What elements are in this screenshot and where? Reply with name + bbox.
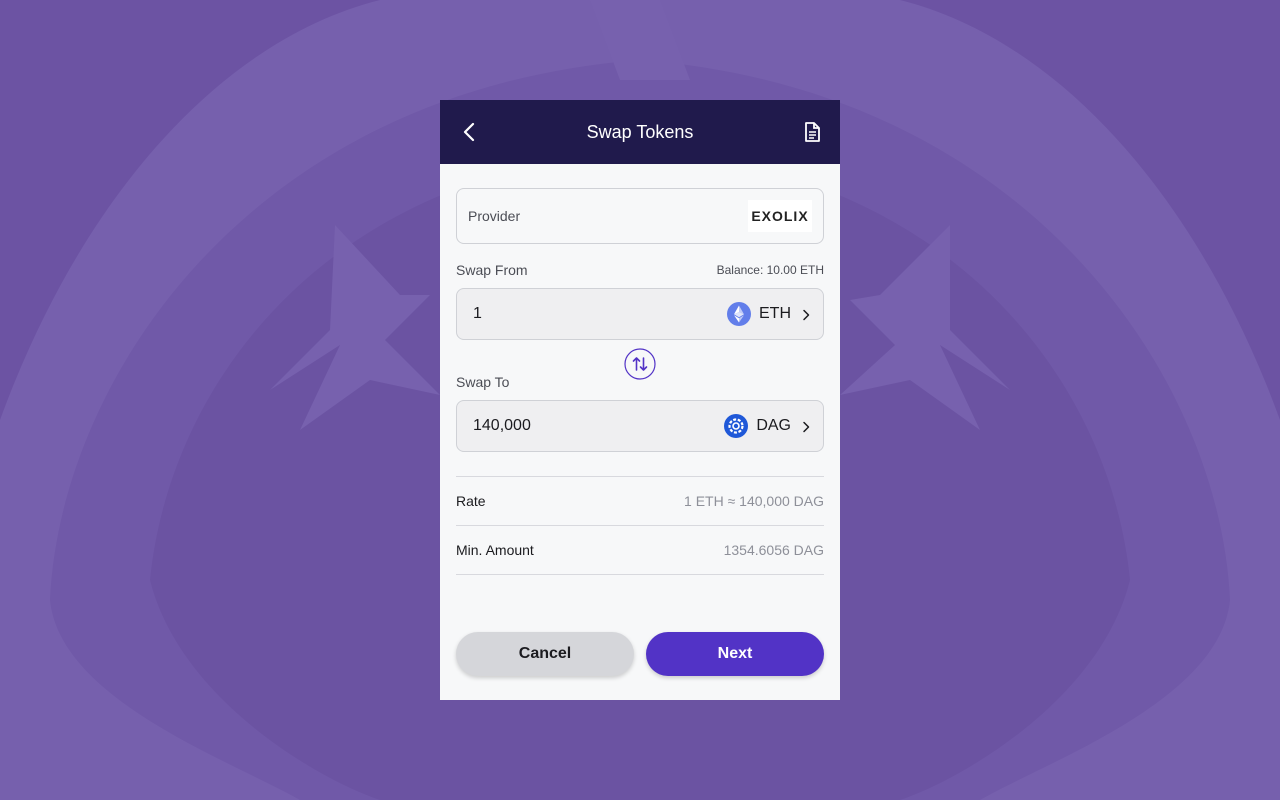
swap-from-field: ETH [456, 288, 824, 340]
swap-from-label: Swap From [456, 262, 528, 278]
swap-from-amount-input[interactable] [473, 305, 653, 323]
min-amount-row: Min. Amount 1354.6056 DAG [456, 526, 824, 575]
balance-text: Balance: 10.00 ETH [716, 263, 824, 277]
chevron-right-icon [801, 420, 811, 433]
chevron-left-icon[interactable] [458, 120, 482, 144]
ethereum-icon [727, 302, 751, 326]
swap-from-header: Swap From Balance: 10.00 ETH [456, 262, 824, 278]
constellation-icon [724, 414, 749, 438]
exolix-logo: EXOLIX [748, 200, 812, 232]
cancel-button[interactable]: Cancel [456, 632, 634, 676]
swap-to-token-symbol: DAG [756, 417, 791, 434]
swap-to-amount-input[interactable] [473, 417, 653, 435]
rate-label: Rate [456, 493, 486, 509]
page-title: Swap Tokens [586, 121, 694, 142]
swap-panel: Swap Tokens Provider EXOLIX Swap From Ba… [440, 100, 840, 700]
chevron-right-icon [801, 308, 811, 321]
swap-from-token-select[interactable]: ETH [727, 302, 811, 326]
provider-selector[interactable]: Provider EXOLIX [456, 188, 824, 244]
min-amount-value: 1354.6056 DAG [723, 542, 824, 558]
rate-value: 1 ETH ≈ 140,000 DAG [684, 493, 824, 509]
min-amount-label: Min. Amount [456, 542, 534, 558]
swap-to-field: DAG [456, 400, 824, 452]
provider-label: Provider [468, 208, 521, 224]
document-icon[interactable] [800, 120, 824, 144]
rate-row: Rate 1 ETH ≈ 140,000 DAG [456, 477, 824, 526]
header: Swap Tokens [440, 100, 840, 164]
swap-details: Rate 1 ETH ≈ 140,000 DAG Min. Amount 135… [456, 476, 824, 575]
action-bar: Cancel Next [456, 632, 824, 676]
swap-direction-button[interactable] [624, 348, 656, 380]
next-button[interactable]: Next [646, 632, 824, 676]
swap-from-token-symbol: ETH [759, 305, 791, 322]
swap-to-token-select[interactable]: DAG [724, 414, 811, 438]
